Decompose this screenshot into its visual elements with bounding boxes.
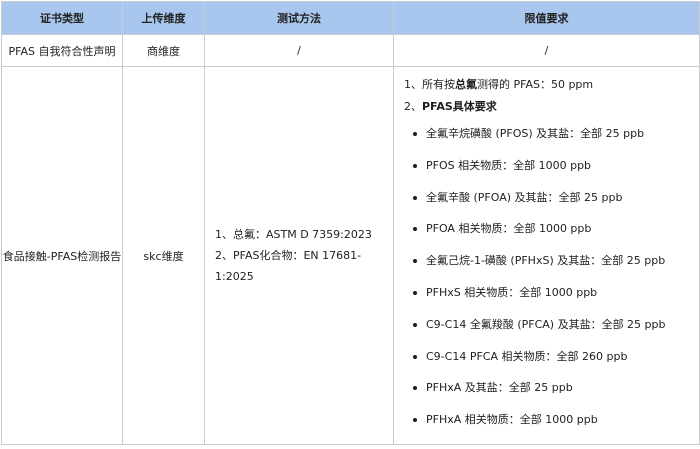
- bullet-icon: [413, 132, 417, 136]
- bullet-icon: [413, 322, 417, 327]
- limit-pfas-specific-heading: 2、PFAS具体要求: [404, 96, 689, 118]
- list-item-text: C9-C14 PFCA 相关物质：全部 260 ppb: [426, 349, 628, 363]
- limit-line-text: 2、: [404, 100, 422, 113]
- limit-requirement-cell: 1、所有按总氟测得的 PFAS：50 ppm 2、PFAS具体要求 全氟辛烷磺酸…: [393, 66, 700, 445]
- list-item-text: PFOA 相关物质：全部 1000 ppb: [426, 222, 592, 236]
- limit-line-text: 1、所有按: [404, 78, 455, 91]
- certificate-type-cell: 食品接触-PFAS检测报告: [1, 66, 123, 445]
- list-item-text: C9-C14 全氟羧酸 (PFCA) 及其盐：全部 25 ppb: [426, 317, 666, 331]
- bullet-icon: [413, 195, 417, 200]
- test-method-pfas-compounds: 2、PFAS化合物：EN 17681-1:2025: [215, 249, 362, 283]
- list-item: C9-C14 全氟羧酸 (PFCA) 及其盐：全部 25 ppb: [404, 309, 689, 341]
- header-upload-dimension: 上传维度: [122, 1, 205, 35]
- test-method-cell: /: [204, 34, 394, 67]
- list-item: PFOS 相关物质：全部 1000 ppb: [404, 150, 689, 182]
- certificate-requirements-table: 证书类型 上传维度 测试方法 限值要求 PFAS 自我符合性声明 商维度 / /…: [1, 1, 700, 445]
- list-item-text: PFHxS 相关物质：全部 1000 ppb: [426, 285, 598, 299]
- test-method-total-fluorine: 1、总氟：ASTM D 7359:2023: [215, 228, 372, 241]
- limit-line-text: 测得的 PFAS：50 ppm: [477, 78, 594, 91]
- limit-total-fluorine-line: 1、所有按总氟测得的 PFAS：50 ppm: [404, 74, 689, 96]
- list-item: PFOA 相关物质：全部 1000 ppb: [404, 213, 689, 245]
- bullet-icon: [413, 290, 417, 295]
- upload-dimension-cell: skc维度: [122, 66, 205, 445]
- bullet-icon: [413, 418, 417, 423]
- bullet-icon: [413, 386, 417, 391]
- limit-requirement-cell: /: [393, 34, 700, 67]
- list-item: PFHxA 及其盐：全部 25 ppb: [404, 372, 689, 404]
- list-item: PFHxA 相关物质：全部 1000 ppb: [404, 404, 689, 436]
- list-item: PFHxS 相关物质：全部 1000 ppb: [404, 277, 689, 309]
- list-item: 全氟辛酸 (PFOA) 及其盐：全部 25 ppb: [404, 182, 689, 214]
- list-item-text: PFHxA 相关物质：全部 1000 ppb: [426, 413, 598, 427]
- upload-dimension-cell: 商维度: [122, 34, 205, 67]
- list-item-text: 全氟辛酸 (PFOA) 及其盐：全部 25 ppb: [426, 190, 623, 204]
- test-method-cell: 1、总氟：ASTM D 7359:2023 2、PFAS化合物：EN 17681…: [204, 66, 394, 445]
- bullet-icon: [413, 163, 417, 168]
- bullet-icon: [413, 227, 417, 232]
- table-row: 食品接触-PFAS检测报告 skc维度 1、总氟：ASTM D 7359:202…: [1, 66, 700, 445]
- list-item: 全氟辛烷磺酸 (PFOS) 及其盐：全部 25 ppb: [404, 118, 689, 150]
- bullet-icon: [413, 259, 417, 264]
- table-row: PFAS 自我符合性声明 商维度 / /: [1, 34, 700, 67]
- limit-line-bold-text: PFAS具体要求: [422, 100, 497, 113]
- list-item: C9-C14 PFCA 相关物质：全部 260 ppb: [404, 341, 689, 373]
- list-item-text: 全氟辛烷磺酸 (PFOS) 及其盐：全部 25 ppb: [426, 127, 645, 140]
- header-limit-requirement: 限值要求: [393, 1, 700, 35]
- list-item-text: PFOS 相关物质：全部 1000 ppb: [426, 158, 592, 172]
- header-certificate-type: 证书类型: [1, 1, 123, 35]
- list-item: 全氟己烷-1-磺酸 (PFHxS) 及其盐：全部 25 ppb: [404, 245, 689, 277]
- pfas-limit-list: 全氟辛烷磺酸 (PFOS) 及其盐：全部 25 ppb PFOS 相关物质：全部…: [404, 118, 689, 436]
- table-header-row: 证书类型 上传维度 测试方法 限值要求: [1, 1, 700, 35]
- limit-line-bold-text: 总氟: [455, 78, 477, 91]
- bullet-icon: [413, 354, 417, 359]
- certificate-type-cell: PFAS 自我符合性声明: [1, 34, 123, 67]
- list-item-text: 全氟己烷-1-磺酸 (PFHxS) 及其盐：全部 25 ppb: [426, 254, 666, 268]
- header-test-method: 测试方法: [204, 1, 394, 35]
- list-item-text: PFHxA 及其盐：全部 25 ppb: [426, 381, 573, 395]
